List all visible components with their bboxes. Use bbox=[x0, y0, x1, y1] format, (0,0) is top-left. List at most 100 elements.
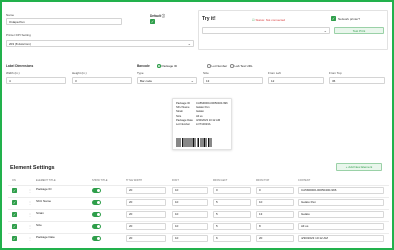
height-input[interactable]: 3 bbox=[72, 77, 132, 84]
content-input[interactable]: 4/30/2023 10:12 AM bbox=[298, 235, 384, 242]
col-header-title-width: TITLE WIDTH bbox=[126, 179, 143, 182]
from-top-input[interactable]: 0 bbox=[256, 187, 294, 194]
barcode-image bbox=[176, 138, 212, 147]
type-select[interactable]: Bar code ⌄ bbox=[137, 77, 197, 84]
row-enabled-checkbox[interactable]: ✓ bbox=[12, 236, 17, 241]
font-input[interactable]: 10 bbox=[172, 223, 208, 230]
drag-handle-icon[interactable]: ⋮ bbox=[28, 224, 32, 229]
title-width-input[interactable]: 20 bbox=[126, 223, 166, 230]
from-left-input[interactable]: 5 bbox=[213, 199, 251, 206]
font-input[interactable]: 10 bbox=[172, 187, 208, 194]
font-input[interactable]: 10 bbox=[172, 235, 208, 242]
add-new-element-button[interactable]: + Add New Element bbox=[336, 163, 382, 171]
row-divider bbox=[8, 209, 389, 210]
row-title[interactable]: Strain bbox=[34, 211, 84, 218]
row-divider bbox=[8, 221, 389, 222]
show-title-toggle[interactable] bbox=[92, 212, 101, 217]
from-top-input[interactable]: 13 bbox=[256, 211, 294, 218]
row-title[interactable]: Package ID bbox=[34, 187, 84, 194]
barcode-option-package-id[interactable]: Package ID bbox=[157, 64, 177, 68]
network-printer-checkbox[interactable]: ✓ bbox=[331, 16, 336, 21]
size-label: Size bbox=[203, 71, 209, 75]
preview-key: Lot Number bbox=[176, 123, 191, 127]
drag-handle-icon[interactable]: ⋮ bbox=[28, 188, 32, 193]
row-enabled-checkbox[interactable]: ✓ bbox=[12, 224, 17, 229]
width-label: Width (in.) bbox=[6, 71, 20, 75]
drag-handle-icon[interactable]: ⋮ bbox=[28, 200, 32, 205]
preview-line: Lot Number LOT10023A bbox=[176, 123, 230, 127]
name-label: Name bbox=[6, 13, 15, 17]
element-settings-title: Element Settings bbox=[10, 165, 55, 171]
content-input[interactable]: CA5M0000-00050400-996 bbox=[298, 187, 384, 194]
from-left-input[interactable]: 12 bbox=[268, 77, 324, 84]
height-label: Height (in.) bbox=[72, 71, 87, 75]
from-top-input[interactable]: 36 bbox=[329, 77, 385, 84]
barcode-option-lot-number[interactable]: Lot Number bbox=[207, 64, 227, 68]
radio-icon bbox=[230, 64, 234, 68]
content-input[interactable]: Gelato bbox=[298, 211, 384, 218]
title-width-input[interactable]: 20 bbox=[126, 187, 166, 194]
radio-icon bbox=[157, 64, 161, 68]
label-dimensions-label: Label Dimensions bbox=[6, 64, 34, 68]
row-divider bbox=[8, 233, 389, 234]
printer-select[interactable]: ⌄ bbox=[202, 27, 330, 34]
test-print-button[interactable]: Test Print bbox=[334, 27, 384, 34]
col-header-element-title: ELEMENT TITLE bbox=[36, 179, 56, 182]
barcode-label: Barcode bbox=[137, 64, 150, 68]
show-title-toggle[interactable] bbox=[92, 236, 101, 241]
col-header-show-title: SHOW TITLE bbox=[92, 179, 108, 182]
from-top-input[interactable]: 10 bbox=[256, 199, 294, 206]
name-input[interactable]: Oxlapa Pen bbox=[6, 18, 122, 25]
printer-dpi-label: Printer DPI Setting bbox=[6, 33, 31, 37]
type-value: Bar code bbox=[140, 79, 153, 83]
title-width-input[interactable]: 20 bbox=[126, 235, 166, 242]
chevron-down-icon: ⌄ bbox=[190, 78, 194, 83]
show-title-toggle[interactable] bbox=[92, 224, 101, 229]
printer-dpi-select[interactable]: 203 (8 dots/mm) ⌄ bbox=[6, 40, 194, 47]
radio-icon bbox=[207, 64, 211, 68]
default-label: Default ⓘ bbox=[150, 14, 165, 18]
title-width-input[interactable]: 20 bbox=[126, 211, 166, 218]
col-header-from-left: FROM LEFT bbox=[213, 179, 228, 182]
from-top-input[interactable]: 20 bbox=[256, 235, 294, 242]
width-input[interactable]: 4 bbox=[6, 77, 66, 84]
from-left-input[interactable]: 0 bbox=[213, 187, 251, 194]
show-title-toggle[interactable] bbox=[92, 188, 101, 193]
drag-handle-icon[interactable]: ⋮ bbox=[28, 236, 32, 241]
drag-handle-icon[interactable]: ⋮ bbox=[28, 212, 32, 217]
show-title-toggle[interactable] bbox=[92, 200, 101, 205]
col-header-from-top: FROM TOP bbox=[256, 179, 270, 182]
status-row: ☑ Status: Not connected bbox=[252, 18, 285, 22]
font-input[interactable]: 10 bbox=[172, 199, 208, 206]
from-top-input[interactable]: 8 bbox=[256, 223, 294, 230]
default-checkbox[interactable]: ✓ bbox=[150, 19, 155, 24]
title-width-input[interactable]: 20 bbox=[126, 199, 166, 206]
barcode-option-label: Lot Number bbox=[211, 64, 228, 68]
preview-value: LOT10023A bbox=[196, 123, 211, 127]
row-title[interactable]: Size bbox=[34, 223, 84, 230]
font-input[interactable]: 10 bbox=[172, 211, 208, 218]
col-header-on: ON bbox=[12, 179, 16, 182]
row-title[interactable]: SKU Name bbox=[34, 199, 84, 206]
barcode-option-lab-test-url[interactable]: Lab Test URL bbox=[230, 64, 253, 68]
check-square-icon: ☑ bbox=[252, 18, 255, 22]
type-label: Type bbox=[137, 71, 144, 75]
from-top-label: From Top bbox=[329, 71, 342, 75]
label-preview-text: Package ID CA5M0000-00050400-996 SKU Name… bbox=[176, 102, 230, 127]
row-divider bbox=[8, 185, 389, 186]
col-header-font: FONT bbox=[172, 179, 179, 182]
content-input[interactable]: All us bbox=[298, 223, 384, 230]
row-enabled-checkbox[interactable]: ✓ bbox=[12, 200, 17, 205]
from-left-input[interactable]: 6 bbox=[213, 235, 251, 242]
from-left-input[interactable]: 5 bbox=[213, 211, 251, 218]
barcode-option-label: Lab Test URL bbox=[234, 64, 253, 68]
row-title[interactable]: Package Date bbox=[34, 235, 84, 242]
size-input[interactable]: 13 bbox=[203, 77, 263, 84]
row-enabled-checkbox[interactable]: ✓ bbox=[12, 212, 17, 217]
chevron-down-icon: ⌄ bbox=[323, 28, 327, 33]
content-input[interactable]: Gelato Pen bbox=[298, 199, 384, 206]
network-printer-label: Network printer? bbox=[338, 17, 361, 21]
from-left-input[interactable]: 5 bbox=[213, 223, 251, 230]
row-enabled-checkbox[interactable]: ✓ bbox=[12, 188, 17, 193]
try-it-title: Try it! bbox=[202, 16, 216, 22]
